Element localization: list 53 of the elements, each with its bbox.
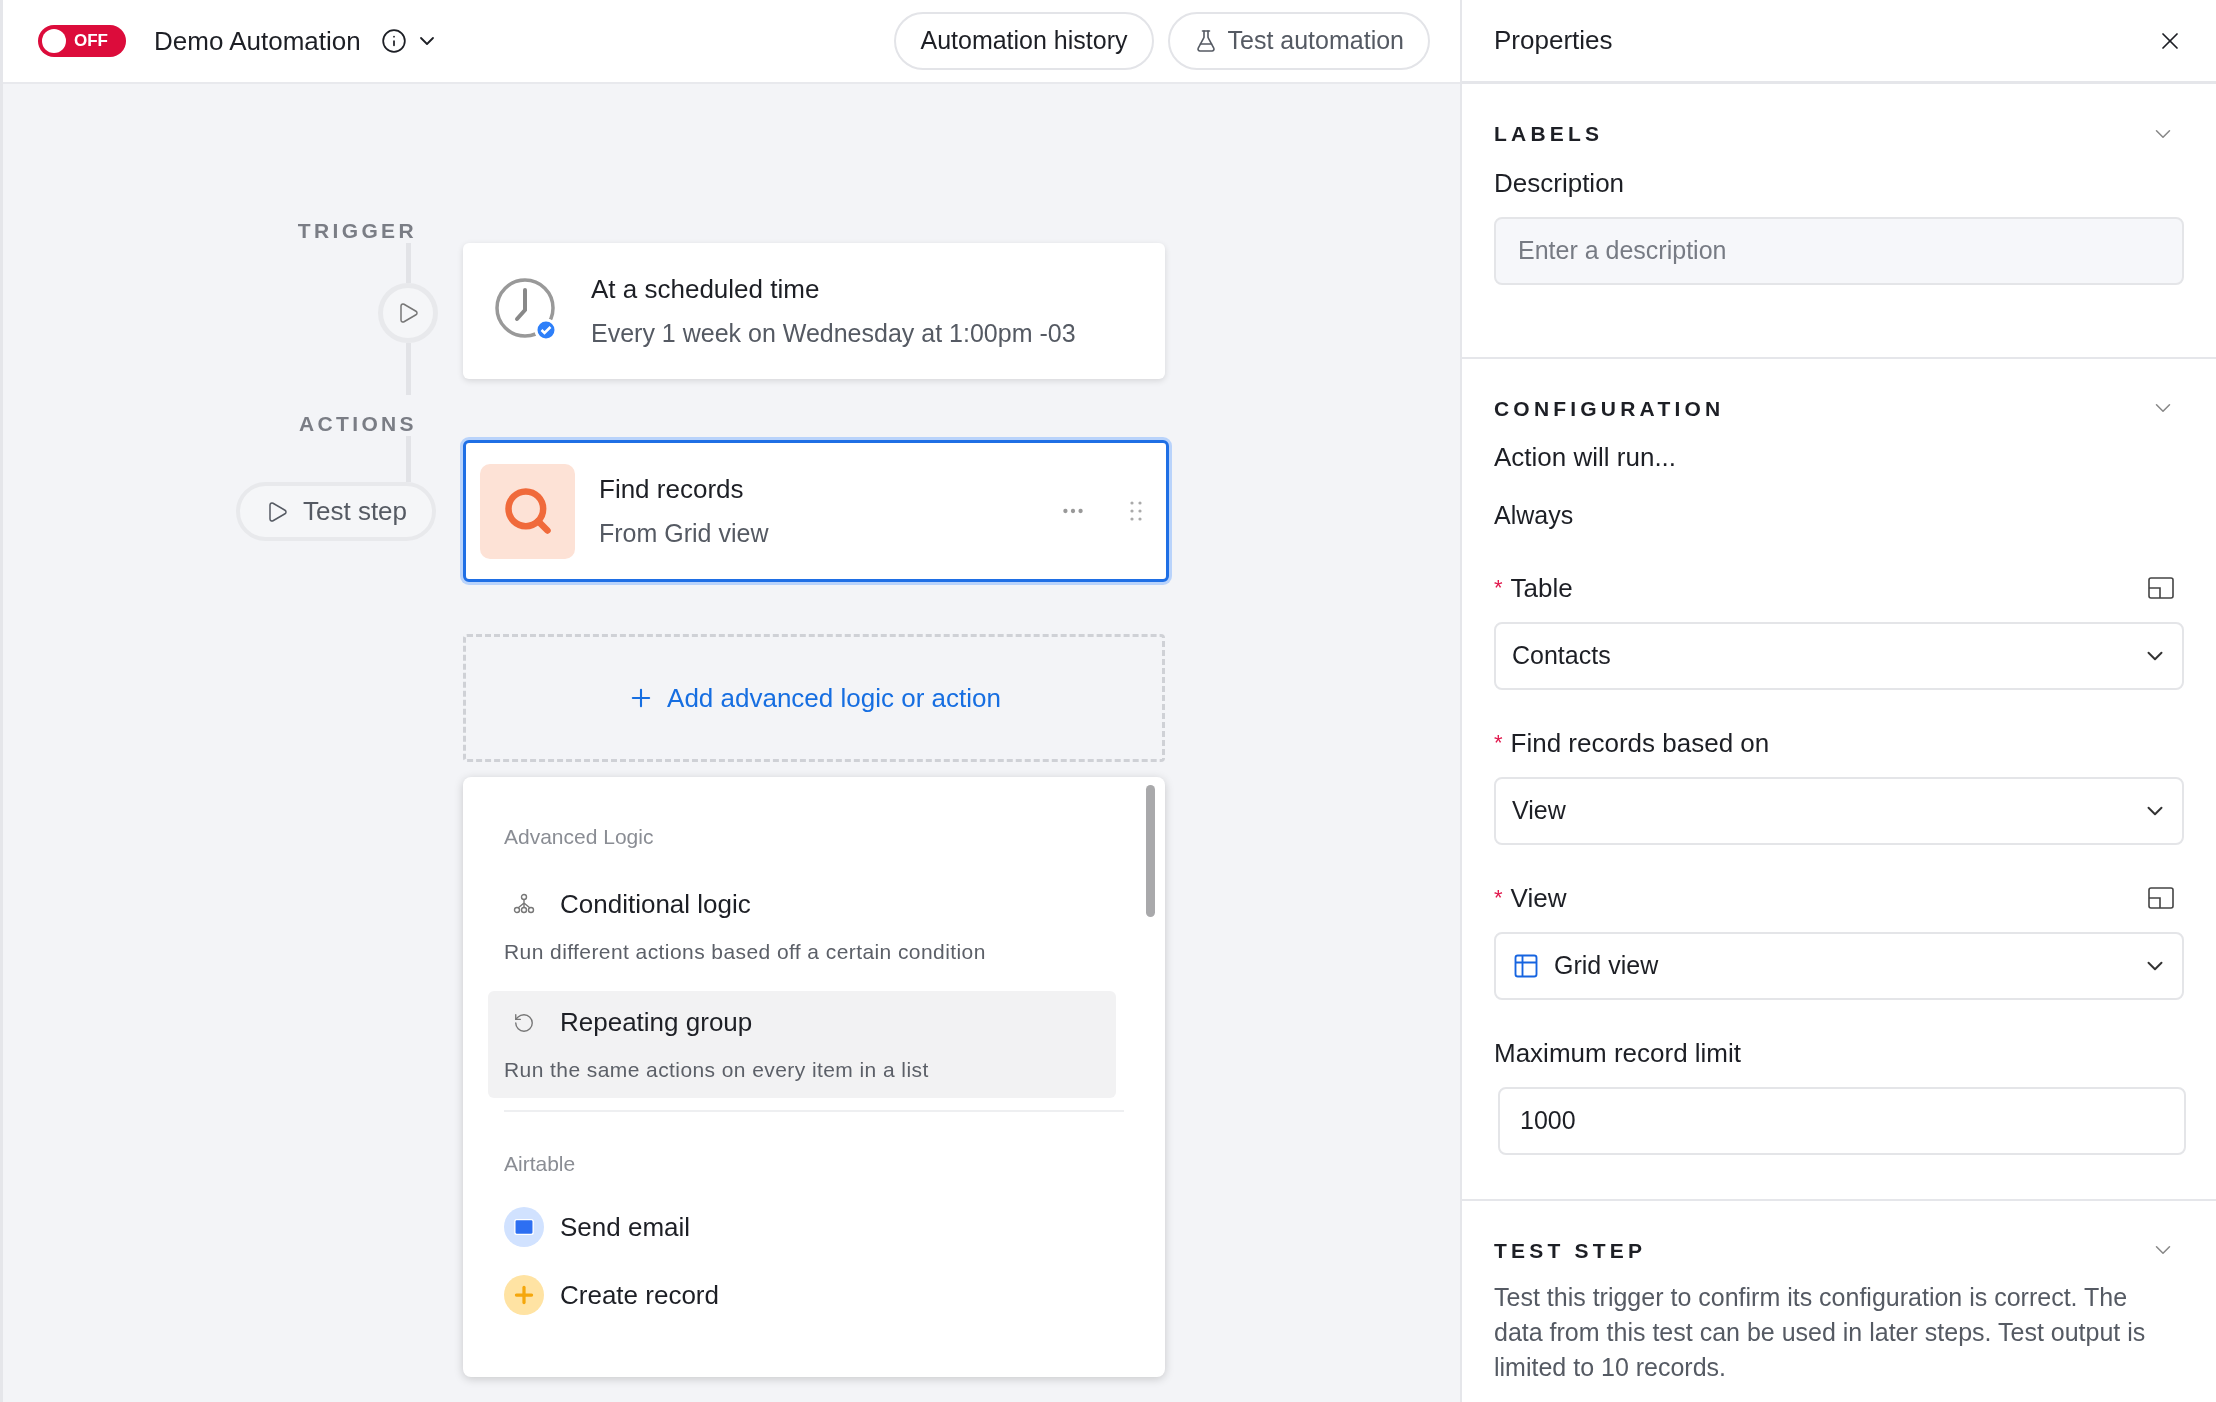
- field-label: View: [1510, 881, 1567, 915]
- field-label: Maximum record limit: [1494, 1036, 1742, 1070]
- field-value: Always: [1494, 500, 1575, 531]
- branch-icon: [513, 893, 535, 915]
- scrollbar[interactable]: [1146, 785, 1155, 917]
- repeat-icon: [513, 1011, 535, 1034]
- test-step-button[interactable]: Test step: [236, 482, 436, 541]
- required-mark: *: [1494, 577, 1503, 599]
- card-subtitle: From Grid view: [599, 517, 770, 549]
- section-heading: LABELS: [1494, 121, 1604, 147]
- automation-title: Demo Automation: [154, 24, 361, 58]
- mail-icon: [504, 1207, 544, 1247]
- history-button[interactable]: Automation history: [894, 12, 1154, 70]
- field-label: Find records based on: [1510, 726, 1770, 760]
- field-label: Table: [1510, 571, 1573, 605]
- required-mark: *: [1494, 732, 1503, 754]
- info-icon[interactable]: [380, 28, 407, 54]
- panel-title: Properties: [1494, 24, 1613, 57]
- add-action-button[interactable]: Add advanced logic or action: [463, 634, 1165, 762]
- menu-item-description: Run the same actions on every item in a list: [504, 1057, 930, 1083]
- card-subtitle: Every 1 week on Wednesday at 1:00pm -03: [591, 317, 1076, 349]
- expand-icon[interactable]: [2148, 577, 2174, 599]
- menu-item[interactable]: Repeating group Run the same actions on every item in a list: [488, 991, 1116, 1098]
- card-title: At a scheduled time: [591, 272, 821, 306]
- field-label: Action will run...: [1494, 441, 1678, 474]
- search-icon: [480, 463, 575, 559]
- action-card[interactable]: Find records From Grid view: [463, 440, 1169, 582]
- field-label: Description: [1494, 166, 1625, 200]
- description-field[interactable]: Enter a description: [1494, 216, 2184, 285]
- expand-icon[interactable]: [2148, 887, 2174, 909]
- menu-item-title: Conditional logic: [560, 887, 751, 921]
- select-dropdown[interactable]: Contacts: [1494, 621, 2184, 690]
- menu-group-heading: Airtable: [504, 1150, 577, 1177]
- plus-icon: [504, 1275, 544, 1315]
- section-description: Test this trigger to confirm its configuration is correct. The data from this test can be used in later steps. Test output is limited to 10 records.: [1494, 1282, 2147, 1383]
- section-label: TRIGGER: [297, 218, 417, 243]
- section-heading: TEST STEP: [1494, 1237, 1647, 1264]
- menu-item-title: Repeating group: [560, 1006, 753, 1039]
- record-limit-field[interactable]: 1000: [1498, 1086, 2186, 1155]
- section-label: ACTIONS: [298, 411, 417, 436]
- menu-item-title: Send email: [560, 1210, 691, 1244]
- test-automation-button[interactable]: Test automation: [1167, 12, 1430, 70]
- required-mark: *: [1494, 887, 1503, 909]
- select-dropdown[interactable]: View: [1494, 776, 2184, 845]
- select-dropdown[interactable]: Grid view: [1494, 931, 2184, 1000]
- drag-handle-icon[interactable]: [1130, 500, 1142, 522]
- card-title: Find records: [599, 472, 745, 506]
- menu-item-title: Create record: [560, 1278, 719, 1312]
- menu-item-description: Run different actions based off a certain condition: [504, 938, 987, 965]
- on-off-toggle[interactable]: OFF: [38, 25, 126, 57]
- menu-group-heading: Advanced Logic: [503, 824, 655, 850]
- trigger-card[interactable]: At a scheduled time Every 1 week on Wednesday at 1:00pm -03: [463, 243, 1165, 379]
- section-heading: CONFIGURATION: [1494, 395, 1725, 422]
